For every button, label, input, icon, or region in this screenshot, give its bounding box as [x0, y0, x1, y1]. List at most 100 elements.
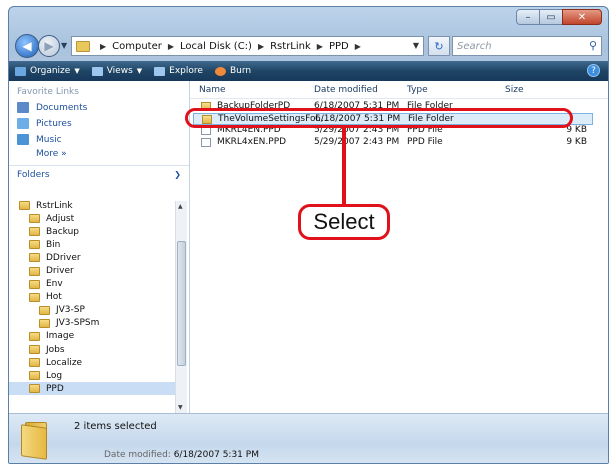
tree-scrollbar[interactable]: ▲ ▼	[175, 201, 187, 413]
address-bar[interactable]: ▶ Computer ▶ Local Disk (C:) ▶ RstrLink …	[71, 36, 424, 56]
folder-icon	[76, 40, 90, 52]
chevron-right-icon[interactable]: ▶	[168, 42, 174, 51]
folder-tree-item[interactable]: Backup	[9, 225, 175, 238]
address-row: ◀ ▶ ▼ ▶ Computer ▶ Local Disk (C:) ▶ Rst…	[9, 34, 608, 60]
chevron-down-icon: ▼	[74, 67, 80, 75]
folder-tree-item[interactable]: Driver	[9, 264, 175, 277]
folder-icon	[29, 266, 40, 276]
favorite-item-pictures[interactable]: Pictures	[9, 113, 189, 129]
views-label: Views	[106, 66, 133, 76]
folder-tree-label: JV3-SP	[56, 305, 85, 316]
views-icon	[91, 66, 103, 76]
folder-icon	[29, 345, 40, 355]
folder-tree-label: DDriver	[46, 252, 81, 263]
folder-tree-item[interactable]: RstrLink	[9, 199, 175, 212]
search-icon[interactable]: ⚲	[589, 39, 597, 52]
favorite-item-documents[interactable]: Documents	[9, 97, 189, 113]
chevron-right-icon[interactable]: ▶	[258, 42, 264, 51]
favorite-label: Documents	[36, 102, 88, 113]
folder-tree-label: RstrLink	[36, 200, 73, 211]
folders-header[interactable]: Folders ❯	[9, 166, 189, 180]
folder-tree: RstrLink Adjust Backup Bin DDriver Driver Env H…	[9, 199, 175, 396]
chevron-right-icon[interactable]: ▶	[317, 42, 323, 51]
header-divider	[190, 98, 608, 99]
folder-icon	[19, 201, 30, 211]
folder-tree-item[interactable]: PPD	[9, 382, 175, 396]
folder-tree-label: JV3-SPSm	[56, 318, 100, 329]
music-icon	[17, 134, 29, 145]
scrollbar-thumb[interactable]	[177, 241, 186, 366]
folder-icon	[29, 358, 40, 368]
organize-label: Organize	[30, 66, 71, 76]
folder-tree-label: PPD	[46, 383, 64, 394]
maximize-button[interactable]: ▭	[539, 9, 563, 25]
folder-icon	[39, 318, 50, 328]
folder-tree-item[interactable]: Localize	[9, 356, 175, 369]
folder-tree-item[interactable]: JV3-SP	[9, 304, 175, 317]
date-modified-label: Date modified:	[104, 450, 171, 460]
more-links-button[interactable]: More »	[9, 145, 189, 159]
column-header-date[interactable]: Date modified	[314, 85, 378, 97]
folder-icon	[29, 214, 40, 224]
file-row[interactable]: MKRL4xEN.PPD 5/29/2007 2:43 PM PPD File 9 K…	[193, 137, 593, 149]
folder-tree-item[interactable]: Jobs	[9, 343, 175, 356]
breadcrumb-computer[interactable]: Computer	[112, 41, 162, 52]
column-header-name[interactable]: Name	[199, 85, 226, 97]
folder-tree-item[interactable]: JV3-SPSm	[9, 317, 175, 330]
navigation-pane: Favorite Links Documents Pictures Music …	[9, 81, 190, 413]
help-icon[interactable]: ?	[587, 64, 600, 77]
pictures-icon	[17, 118, 29, 129]
favorite-links-title: Favorite Links	[17, 87, 79, 97]
folder-tree-item[interactable]: Bin	[9, 238, 175, 251]
chevron-right-icon[interactable]: ▶	[355, 42, 361, 51]
search-placeholder: Search	[457, 40, 492, 52]
column-header-type[interactable]: Type	[407, 85, 428, 97]
folder-icon	[29, 227, 40, 237]
folder-icon	[29, 253, 40, 263]
refresh-button[interactable]: ↻	[428, 36, 450, 56]
selection-count: 2 items selected	[74, 421, 157, 432]
chevron-right-icon[interactable]: ▶	[100, 42, 106, 51]
minimize-button[interactable]: –	[516, 9, 540, 25]
burn-button[interactable]: Burn	[214, 66, 251, 76]
chevron-down-icon: ▼	[136, 67, 143, 75]
folder-tree-item[interactable]: Hot	[9, 291, 175, 304]
folder-tree-label: Adjust	[46, 213, 75, 224]
date-modified-value: 6/18/2007 5:31 PM	[173, 450, 259, 460]
organize-button[interactable]: Organize ▼	[15, 66, 80, 76]
file-date: 5/29/2007 2:43 PM	[314, 137, 400, 147]
column-header-size[interactable]: Size	[505, 85, 523, 97]
burn-icon	[214, 66, 226, 76]
address-dropdown-icon[interactable]: ▼	[413, 41, 419, 50]
close-button[interactable]: ✕	[562, 9, 602, 25]
callout-highlight-oval	[185, 108, 573, 128]
back-button[interactable]: ◀	[15, 34, 39, 58]
folder-icon	[29, 292, 40, 302]
folder-tree-item[interactable]: Adjust	[9, 212, 175, 225]
favorite-label: Music	[36, 134, 62, 145]
file-size: 9 KB	[566, 125, 587, 135]
breadcrumb-rstrlink[interactable]: RstrLink	[270, 41, 311, 52]
search-input[interactable]: Search ⚲	[452, 36, 602, 56]
views-button[interactable]: Views ▼	[91, 66, 143, 76]
folder-tree-label: Env	[46, 279, 63, 290]
chevron-down-icon[interactable]: ❯	[174, 170, 181, 180]
command-toolbar: Organize ▼ Views ▼ Explore Burn ?	[9, 61, 608, 81]
callout-label: Select	[298, 204, 390, 240]
folder-tree-item[interactable]: Log	[9, 369, 175, 382]
scroll-up-icon[interactable]: ▲	[178, 203, 183, 210]
breadcrumb-ppd[interactable]: PPD	[329, 41, 349, 52]
folder-icon	[29, 331, 40, 341]
recent-pages-dropdown-icon[interactable]: ▼	[61, 41, 67, 50]
folder-tree-label: Driver	[46, 266, 74, 277]
favorite-item-music[interactable]: Music	[9, 129, 189, 145]
explore-button[interactable]: Explore	[154, 66, 203, 76]
folder-tree-item[interactable]: Env	[9, 278, 175, 291]
explore-label: Explore	[169, 66, 203, 76]
folder-tree-item[interactable]: DDriver	[9, 251, 175, 264]
forward-button[interactable]: ▶	[38, 35, 60, 57]
folder-tree-item[interactable]: Image	[9, 330, 175, 343]
scroll-down-icon[interactable]: ▼	[178, 404, 183, 411]
folder-icon	[29, 371, 40, 381]
breadcrumb-local-disk[interactable]: Local Disk (C:)	[180, 41, 252, 52]
